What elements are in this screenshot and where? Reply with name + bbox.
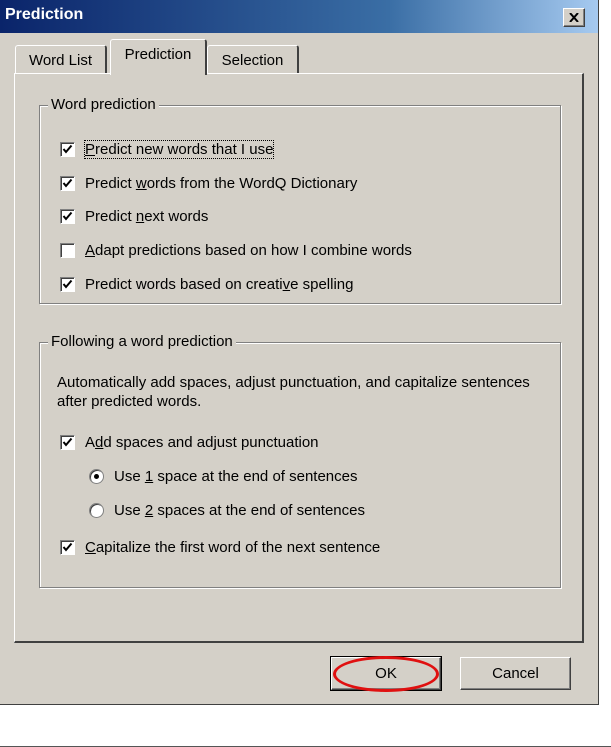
check-icon (62, 542, 73, 552)
tab-prediction[interactable]: Prediction (110, 39, 207, 75)
option-label: Add spaces and adjust punctuation (85, 434, 319, 451)
word-prediction-group: Word prediction Predict new words that I… (39, 96, 561, 304)
window-title: Prediction (5, 6, 84, 23)
cancel-button[interactable]: Cancel (460, 657, 571, 690)
option-label: Predict next words (85, 208, 209, 225)
option-label: Predict new words that I use (83, 140, 275, 159)
close-button[interactable] (563, 8, 585, 27)
radio-button[interactable] (89, 469, 104, 484)
check-icon (62, 178, 73, 188)
tab-label: Word List (28, 52, 93, 69)
ok-button[interactable]: OK (330, 656, 442, 691)
group-legend: Following a word prediction (48, 333, 236, 350)
check-icon (62, 144, 73, 154)
following-description: Automatically add spaces, adjust punctua… (57, 374, 530, 410)
prediction-dialog: Prediction Word List Prediction Selectio… (0, 0, 599, 705)
tab-selection[interactable]: Selection (207, 45, 299, 75)
checkbox[interactable] (60, 435, 75, 450)
check-icon (62, 211, 73, 221)
check-icon (62, 437, 73, 447)
checkbox[interactable] (60, 142, 75, 157)
option-label: Predict words from the WordQ Dictionary (85, 175, 358, 192)
checkbox[interactable] (60, 176, 75, 191)
option-label: Use 2 spaces at the end of sentences (114, 502, 365, 519)
option-label: Capitalize the first word of the next se… (85, 539, 381, 556)
check-icon (62, 279, 73, 289)
tab-label: Prediction (124, 46, 192, 63)
radio-button[interactable] (89, 503, 104, 518)
checkbox[interactable] (60, 540, 75, 555)
group-legend: Word prediction (48, 96, 159, 113)
prediction-tab-panel: Word prediction Predict new words that I… (14, 73, 584, 643)
checkbox[interactable] (60, 209, 75, 224)
option-label: Adapt predictions based on how I combine… (85, 242, 412, 259)
tab-label: Selection (221, 52, 284, 69)
tab-word-list[interactable]: Word List (15, 45, 107, 75)
option-label: Predict words based on creative spelling (85, 276, 354, 293)
close-icon (569, 13, 579, 22)
checkbox[interactable] (60, 243, 75, 258)
title-bar[interactable]: Prediction (0, 0, 598, 33)
radio-selected-dot (94, 474, 99, 479)
following-prediction-group: Following a word prediction Automaticall… (39, 333, 561, 588)
checkbox[interactable] (60, 277, 75, 292)
option-label: Use 1 space at the end of sentences (114, 468, 358, 485)
